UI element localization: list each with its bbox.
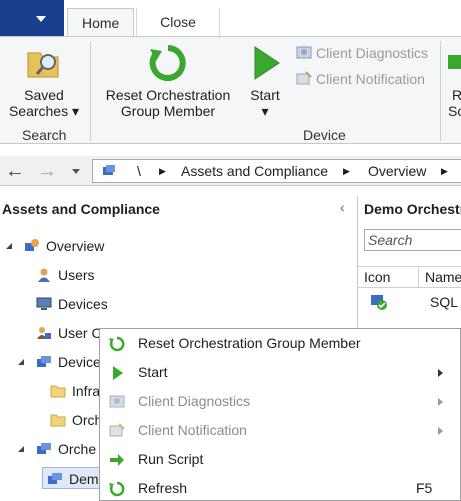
navigation-bar: ← → \ ▶ Assets and Compliance ▶ Overview… xyxy=(0,156,461,186)
start-button[interactable]: Start ▾ xyxy=(244,43,286,119)
orchestration-group-icon xyxy=(37,443,51,454)
refresh-green-icon xyxy=(149,45,186,81)
console-icon xyxy=(103,165,115,175)
menu-item-reset-orchestration[interactable]: Reset Orchestration Group Member xyxy=(100,329,460,358)
list-header: Icon Name xyxy=(358,266,461,288)
reset-orchestration-button[interactable]: Reset Orchestration Group Member xyxy=(100,43,236,119)
refresh-green-icon xyxy=(109,336,125,352)
group-separator xyxy=(90,41,91,141)
menu-item-client-diagnostics[interactable]: Client Diagnostics xyxy=(100,387,460,416)
submenu-arrow-icon xyxy=(438,369,443,377)
menu-item-refresh[interactable]: Refresh F5 xyxy=(100,474,460,501)
saved-searches-label-2: Searches ▾ xyxy=(8,103,80,119)
ribbon: Saved Searches ▾ Search Reset Orchestrat… xyxy=(0,36,461,144)
back-arrow-icon[interactable]: ← xyxy=(4,160,26,182)
device-check-icon xyxy=(371,295,387,310)
diagnostics-icon xyxy=(296,46,312,59)
list-item-name: SQL xyxy=(430,294,459,310)
breadcrumb-root[interactable]: \ xyxy=(137,160,141,182)
context-menu: Reset Orchestration Group Member Start C… xyxy=(99,328,461,501)
client-notification-button[interactable]: Client Notification xyxy=(296,69,425,89)
menu-item-run-script[interactable]: Run Script xyxy=(100,445,460,474)
tree-item-overview[interactable]: Overview xyxy=(6,235,104,257)
tree-item-orchestration-folder[interactable]: Orch xyxy=(50,409,102,431)
orchestration-group-icon xyxy=(48,473,62,484)
shortcut-label: F5 xyxy=(416,480,433,496)
tree-item-orchestration-groups[interactable]: Orche xyxy=(18,438,96,460)
user-collection-icon xyxy=(37,327,51,339)
chevron-down-icon xyxy=(36,16,46,22)
folder-search-icon xyxy=(27,52,59,78)
tab-home[interactable]: Home xyxy=(67,8,135,36)
pane-title: Assets and Compliance xyxy=(2,201,160,217)
collapse-pane-icon[interactable]: ‹ xyxy=(340,199,345,215)
group-label-device: Device xyxy=(303,127,346,143)
overview-icon xyxy=(25,239,39,251)
menu-item-start[interactable]: Start xyxy=(100,358,460,387)
submenu-arrow-icon xyxy=(438,427,443,435)
device-collection-icon xyxy=(37,356,51,367)
arrow-right-green-icon xyxy=(110,454,124,466)
search-input[interactable]: Search xyxy=(364,229,461,251)
folder-icon xyxy=(50,414,66,427)
partial-icon xyxy=(448,55,461,69)
expanded-icon[interactable] xyxy=(18,446,24,452)
forward-arrow-icon[interactable]: → xyxy=(36,160,58,182)
play-icon xyxy=(113,366,123,380)
group-separator xyxy=(440,41,441,141)
column-header-icon[interactable]: Icon xyxy=(364,267,390,287)
breadcrumb-separator-icon: ▶ xyxy=(159,166,166,176)
menu-item-client-notification[interactable]: Client Notification xyxy=(100,416,460,445)
history-dropdown-icon[interactable] xyxy=(72,169,80,174)
partial-label-r: R xyxy=(452,87,461,103)
partial-label-sc: Sc xyxy=(448,103,461,119)
reset-label-2: Group Member xyxy=(120,103,216,119)
submenu-arrow-icon xyxy=(438,398,443,406)
breadcrumb-separator-icon: ▶ xyxy=(343,166,350,176)
diagnostics-icon xyxy=(109,395,125,408)
notification-icon xyxy=(296,71,312,85)
application-menu-button[interactable] xyxy=(0,0,64,36)
client-diagnostics-button[interactable]: Client Diagnostics xyxy=(296,43,428,63)
folder-icon xyxy=(50,385,66,398)
notification-icon xyxy=(109,423,125,437)
chevron-down-icon: ▾ xyxy=(261,103,269,119)
column-header-name[interactable]: Name xyxy=(418,267,461,287)
tree-item-devices[interactable]: Devices xyxy=(36,293,108,315)
play-icon xyxy=(254,46,280,80)
tree-item-users[interactable]: Users xyxy=(36,264,95,286)
breadcrumb-assets[interactable]: Assets and Compliance xyxy=(181,160,328,182)
reset-label-1: Reset Orchestration xyxy=(105,87,231,103)
content-pane-title: Demo Orchestr xyxy=(364,201,461,217)
tab-close[interactable]: Close xyxy=(136,8,220,36)
saved-searches-button[interactable]: Saved Searches ▾ xyxy=(4,43,84,119)
address-bar[interactable]: \ ▶ Assets and Compliance ▶ Overview ▶ xyxy=(92,159,461,183)
tree-item-device-collections[interactable]: Device xyxy=(18,351,101,373)
computer-icon xyxy=(36,297,52,310)
tree-item-demo-selected[interactable]: Dem xyxy=(42,467,106,489)
expanded-icon[interactable] xyxy=(18,359,24,365)
saved-searches-label-1: Saved xyxy=(24,87,64,103)
tree-item-user-collections[interactable]: User C xyxy=(36,322,102,344)
breadcrumb-overview[interactable]: Overview xyxy=(368,160,426,182)
ribbon-tab-strip: Home Close xyxy=(0,0,461,36)
group-label-search: Search xyxy=(22,127,67,143)
expanded-icon[interactable] xyxy=(6,243,12,249)
start-label: Start xyxy=(250,87,280,103)
tree-item-infrastructure[interactable]: Infra xyxy=(50,380,100,402)
refresh-icon xyxy=(109,481,125,497)
breadcrumb-separator-icon: ▶ xyxy=(441,166,448,176)
user-icon xyxy=(38,268,50,282)
list-item[interactable]: SQL xyxy=(358,291,461,313)
